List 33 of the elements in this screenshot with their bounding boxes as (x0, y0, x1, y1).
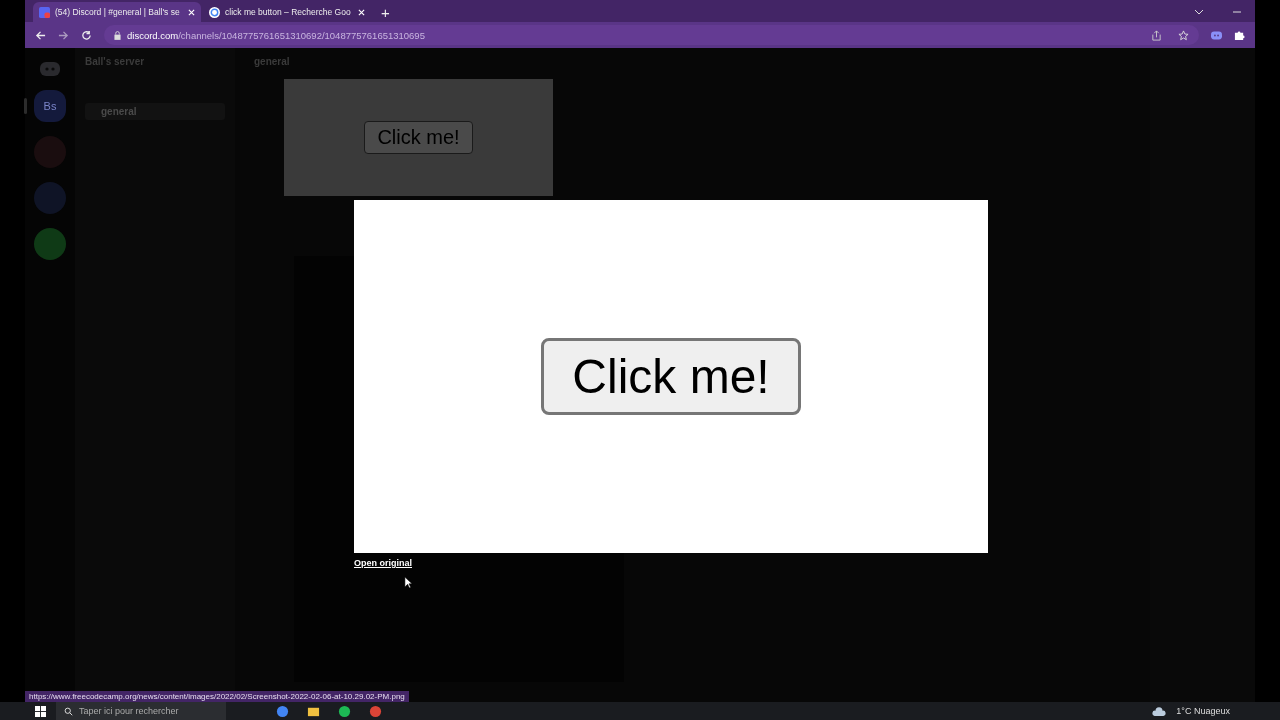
lock-icon (114, 30, 121, 40)
close-icon[interactable] (188, 8, 195, 16)
server-icon[interactable]: Bs (34, 90, 66, 122)
star-icon[interactable] (1178, 29, 1189, 41)
click-me-button[interactable]: Click me! (541, 338, 801, 415)
chevron-down-icon[interactable] (1194, 9, 1204, 15)
forward-arrow-icon[interactable] (58, 29, 69, 41)
app-icon[interactable] (276, 704, 289, 718)
discord-extension-icon[interactable] (1211, 29, 1222, 41)
app-icon[interactable] (369, 704, 382, 718)
weather-text[interactable]: 1°C Nuageux (1176, 706, 1230, 716)
app-icon[interactable] (338, 704, 351, 718)
windows-start-icon[interactable] (35, 705, 46, 717)
minimize-icon[interactable] (1232, 9, 1242, 15)
click-me-button: Click me! (364, 121, 473, 154)
google-favicon-icon (209, 6, 220, 18)
status-url: https://www.freecodecamp.org/news/content/images/2022/02/Screenshot-2022-02-06-at-10.29.02-PM.png (25, 691, 409, 702)
new-tab-button[interactable]: + (373, 2, 398, 22)
browser-tab[interactable]: click me button – Recherche Goo (203, 2, 371, 22)
back-arrow-icon[interactable] (35, 29, 46, 41)
close-icon[interactable] (358, 8, 365, 16)
address-bar[interactable]: discord.com/channels/1048775761651310692/1048775761651310695 (104, 25, 1199, 45)
puzzle-icon[interactable] (1234, 29, 1245, 41)
cloud-icon (1152, 706, 1167, 716)
reload-icon[interactable] (81, 29, 92, 41)
cursor-icon (404, 576, 413, 589)
browser-tab[interactable]: (54) Discord | #general | Ball's se (33, 2, 201, 22)
taskbar-search-field[interactable]: Taper ici pour rechercher (56, 702, 226, 720)
share-icon[interactable] (1151, 29, 1162, 41)
open-original-link[interactable]: Open original (354, 558, 412, 568)
discord-favicon-icon (39, 6, 50, 18)
search-icon (64, 706, 73, 716)
url-text: discord.com/channels/1048775761651310692/1048775761651310695 (127, 29, 425, 41)
